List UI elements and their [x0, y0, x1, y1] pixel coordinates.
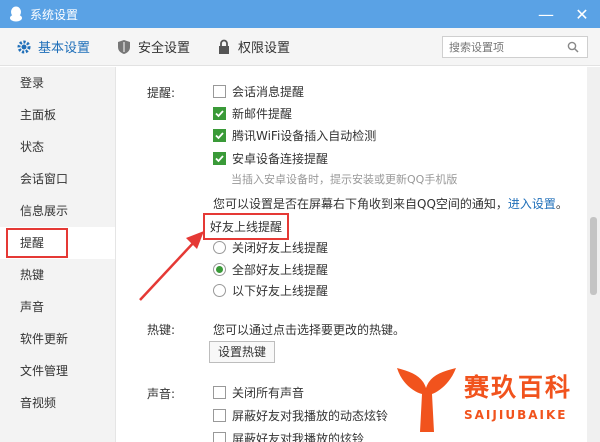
radio-label: 关闭好友上线提醒 [232, 241, 329, 255]
radio-close-friend-online[interactable]: 关闭好友上线提醒 [213, 239, 328, 256]
reminder-section-label: 提醒: [147, 86, 176, 100]
hotkey-description: 您可以通过点击选择要更改的热键。 [213, 323, 406, 337]
checkbox-mute-all-sounds[interactable]: 关闭所有声音 [213, 384, 304, 401]
tab-label: 安全设置 [138, 41, 191, 56]
sidebar-item-software-update[interactable]: 软件更新 [0, 323, 115, 355]
tab-basic-settings[interactable]: 基本设置 [16, 28, 90, 66]
minimize-button[interactable]: — [528, 0, 564, 28]
watermark: 赛玖百科 SAIJIUBAIKE [392, 358, 592, 438]
settings-sidebar: 登录 主面板 状态 会话窗口 信息展示 提醒 热键 声音 软件更新 文件管理 音… [0, 67, 116, 442]
tab-label: 权限设置 [238, 41, 291, 56]
shield-icon [116, 39, 132, 55]
checkbox-box[interactable] [213, 107, 226, 120]
radio-circle[interactable] [213, 263, 226, 276]
checkbox-chat-message-reminder[interactable]: 会话消息提醒 [213, 83, 304, 100]
sidebar-item-chat-window[interactable]: 会话窗口 [0, 163, 115, 195]
sidebar-item-login[interactable]: 登录 [0, 67, 115, 99]
watermark-subtitle: SAIJIUBAIKE [464, 408, 568, 422]
sidebar-item-label: 提醒 [20, 236, 45, 250]
checkbox-box[interactable] [213, 409, 226, 422]
tab-permission-settings[interactable]: 权限设置 [216, 28, 290, 66]
checkbox-box[interactable] [213, 85, 226, 98]
radio-following-friends-online[interactable]: 以下好友上线提醒 [213, 282, 328, 299]
checkbox-block-ringtone[interactable]: 屏蔽好友对我播放的炫铃 [213, 430, 364, 442]
friend-online-reminder-title: 好友上线提醒 [203, 213, 290, 240]
tab-label: 基本设置 [38, 41, 91, 56]
close-button[interactable]: ✕ [564, 0, 600, 28]
checkbox-label: 安卓设备连接提醒 [232, 152, 329, 166]
sidebar-item-sound[interactable]: 声音 [0, 291, 115, 323]
qq-penguin-icon [8, 6, 24, 22]
set-hotkey-button[interactable]: 设置热键 [209, 341, 276, 363]
checkbox-label: 会话消息提醒 [232, 85, 305, 99]
checkbox-label: 腾讯WiFi设备插入自动检测 [232, 129, 377, 143]
radio-all-friends-online[interactable]: 全部好友上线提醒 [213, 261, 328, 278]
search-input[interactable] [443, 37, 563, 57]
tab-security-settings[interactable]: 安全设置 [116, 28, 190, 66]
sidebar-item-status[interactable]: 状态 [0, 131, 115, 163]
checkbox-label: 屏蔽好友对我播放的炫铃 [232, 432, 365, 442]
checkbox-label: 屏蔽好友对我播放的动态炫铃 [232, 409, 389, 423]
sidebar-item-reminder[interactable]: 提醒 [0, 227, 115, 259]
android-hint-text: 当插入安卓设备时，提示安装或更新QQ手机版 [231, 173, 458, 186]
sidebar-item-main-panel[interactable]: 主面板 [0, 99, 115, 131]
checkbox-block-dynamic-ringtone[interactable]: 屏蔽好友对我播放的动态炫铃 [213, 407, 388, 424]
sidebar-item-hotkey[interactable]: 热键 [0, 259, 115, 291]
checkbox-box[interactable] [213, 432, 226, 442]
radio-circle[interactable] [213, 241, 226, 254]
scrollbar-thumb[interactable] [590, 217, 597, 295]
lock-icon [216, 39, 232, 55]
checkbox-label: 关闭所有声音 [232, 386, 305, 400]
window-title: 系统设置 [30, 7, 79, 22]
checkbox-android-connect-reminder[interactable]: 安卓设备连接提醒 [213, 150, 328, 167]
notify-text: 您可以设置是否在屏幕右下角收到来自QQ空间的通知， [213, 197, 508, 211]
qzone-notify-text: 您可以设置是否在屏幕右下角收到来自QQ空间的通知，进入设置。 [213, 195, 568, 212]
checkbox-label: 新邮件提醒 [232, 107, 293, 121]
watermark-title: 赛玖百科 [464, 373, 573, 402]
checkbox-wifi-device-detect[interactable]: 腾讯WiFi设备插入自动检测 [213, 127, 376, 144]
title-bar: 系统设置 — ✕ [0, 0, 600, 28]
search-box [442, 36, 588, 58]
checkbox-box[interactable] [213, 129, 226, 142]
enter-settings-link[interactable]: 进入设置 [508, 197, 556, 211]
radio-label: 全部好友上线提醒 [232, 263, 329, 277]
radio-label: 以下好友上线提醒 [232, 284, 329, 298]
sidebar-item-info-display[interactable]: 信息展示 [0, 195, 115, 227]
radio-circle[interactable] [213, 284, 226, 297]
search-icon[interactable] [563, 41, 583, 53]
whale-tail-logo-icon [397, 368, 456, 432]
checkbox-box[interactable] [213, 152, 226, 165]
gear-icon [16, 39, 32, 55]
checkbox-box[interactable] [213, 386, 226, 399]
notify-end: 。 [555, 197, 568, 211]
checkbox-new-mail-reminder[interactable]: 新邮件提醒 [213, 105, 292, 122]
sound-section-label: 声音: [147, 387, 176, 401]
sidebar-item-audio-video[interactable]: 音视频 [0, 387, 115, 419]
settings-toolbar: 基本设置 安全设置 权限设置 [0, 28, 600, 66]
hotkey-section-label: 热键: [147, 323, 176, 337]
sidebar-item-file-management[interactable]: 文件管理 [0, 355, 115, 387]
